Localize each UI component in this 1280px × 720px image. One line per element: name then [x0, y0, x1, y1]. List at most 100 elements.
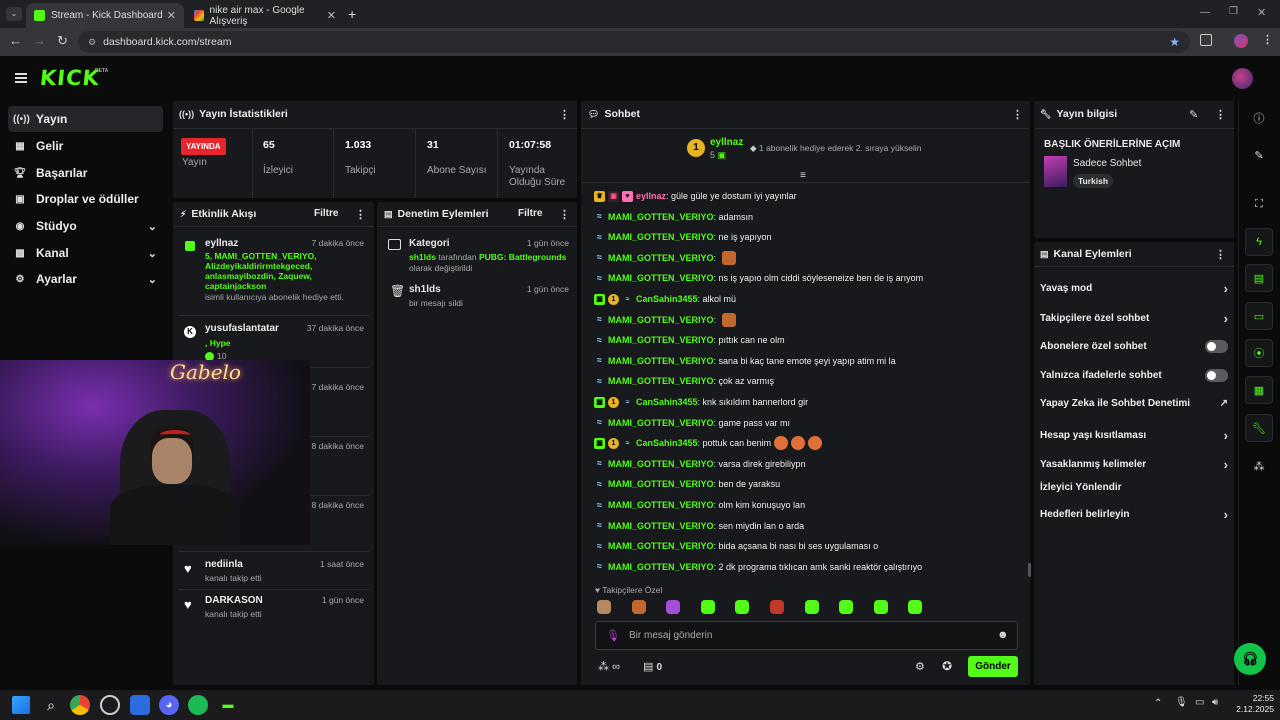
kick-app-icon[interactable]: ▬ [218, 695, 238, 715]
chrome-app-icon[interactable] [70, 695, 90, 715]
emote-icon[interactable] [839, 600, 854, 614]
channel-action-item[interactable]: Hedefleri belirleyin › [1040, 507, 1228, 522]
app-icon[interactable] [130, 695, 150, 715]
address-bar[interactable]: ⚙ dashboard.kick.com/stream ★ [78, 31, 1190, 53]
browser-tab-kick[interactable]: Stream - Kick Dashboard ✕ [26, 3, 184, 28]
lightning-icon[interactable]: ϟ [1245, 228, 1273, 256]
profile-avatar[interactable] [1234, 34, 1248, 48]
discord-icon[interactable]: ◕ [159, 695, 179, 715]
sidebar-item-yayin[interactable]: ((•)) Yayın [8, 106, 163, 132]
sidebar-item-gelir[interactable]: ▦ Gelir [8, 133, 163, 159]
community-icon[interactable]: ⁂ ∞ [598, 660, 620, 673]
extensions-icon[interactable] [1200, 34, 1212, 46]
search-icon[interactable]: ⌕ [41, 695, 61, 715]
moderation-filter-button[interactable]: Filtre [518, 208, 542, 219]
kick-logo[interactable]: KICK [39, 66, 101, 90]
emote-icon[interactable] [873, 600, 888, 614]
bookmark-star-icon[interactable]: ★ [1169, 35, 1180, 49]
chat-input[interactable]: 🎙︎ Bir mesaj gönderin ☻ [595, 621, 1018, 650]
emote-icon[interactable] [804, 600, 819, 614]
browser-menu-icon[interactable]: ⋮ [1262, 33, 1273, 46]
category-thumbnail[interactable] [1044, 156, 1067, 187]
chat-settings-gear-icon[interactable]: ⚙ [915, 660, 925, 673]
emoji-picker-icon[interactable]: ☻ [997, 629, 1009, 641]
channel-action-item[interactable]: Yalnızca ifadelerle sohbet [1040, 369, 1228, 382]
close-icon[interactable]: ✕ [167, 9, 176, 22]
chat-scrollbar[interactable] [1028, 563, 1031, 577]
chat-username[interactable]: MAMI_GOTTEN_VERIYO [608, 232, 714, 242]
chat-username[interactable]: MAMI_GOTTEN_VERIYO [608, 273, 714, 283]
emote-icon[interactable] [631, 600, 646, 614]
emote-icon[interactable] [735, 600, 750, 614]
forward-icon[interactable]: → [33, 33, 46, 48]
chat-username[interactable]: MAMI_GOTTEN_VERIYO [608, 459, 714, 469]
store-icon[interactable]: ▤ 0 [643, 660, 662, 673]
channel-actions-menu-icon[interactable]: ⋮ [1215, 248, 1226, 261]
broadcast-icon[interactable]: ⦿ [1245, 339, 1273, 367]
microphone-icon[interactable]: 🎙︎ [606, 629, 620, 642]
sidebar-item-basarilar[interactable]: 🏆︎ Başarılar [8, 160, 163, 186]
microphone-icon[interactable]: 🎙︎ [1175, 697, 1188, 708]
back-icon[interactable]: ← [9, 33, 22, 48]
layout-icon[interactable]: ▦ [1245, 376, 1273, 404]
windows-start-icon[interactable] [12, 696, 30, 714]
send-button[interactable]: Gönder [968, 656, 1018, 677]
minimize-icon[interactable]: — [1200, 7, 1210, 18]
expand-pinned-icon[interactable]: ≡ [800, 170, 806, 181]
chat-username[interactable]: MAMI_GOTTEN_VERIYO [608, 479, 714, 489]
emote-icon[interactable] [666, 600, 681, 614]
emote-icon[interactable] [770, 600, 784, 614]
chat-username[interactable]: MAMI_GOTTEN_VERIYO [608, 500, 714, 510]
emote-icon[interactable] [597, 600, 611, 614]
hamburger-menu-icon[interactable] [15, 73, 27, 83]
spotify-icon[interactable] [188, 695, 208, 715]
chat-username[interactable]: MAMI_GOTTEN_VERIYO [608, 541, 714, 551]
chat-icon[interactable]: ▭ [1245, 302, 1273, 330]
wrench-icon[interactable]: 🔧︎ [1245, 414, 1273, 442]
tray-chevron-up-icon[interactable]: ⌃ [1154, 698, 1162, 709]
activity-filter-button[interactable]: Filtre [314, 208, 338, 219]
chat-username[interactable]: MAMI_GOTTEN_VERIYO [608, 212, 714, 222]
sidebar-item-kanal[interactable]: ▩ Kanal ⌄ [8, 240, 163, 266]
channel-action-item[interactable]: Abonelere özel sohbet [1040, 340, 1228, 353]
chat-username[interactable]: CanSahin3455 [636, 397, 698, 407]
chat-username[interactable]: CanSahin3455 [636, 294, 698, 304]
user-avatar[interactable] [1232, 68, 1253, 89]
emote-icon[interactable] [908, 600, 923, 614]
chat-username[interactable]: MAMI_GOTTEN_VERIYO [608, 253, 714, 263]
category-name[interactable]: Sadece Sohbet [1073, 158, 1141, 169]
channel-action-item[interactable]: Yapay Zeka ile Sohbet Denetimi ↗ [1040, 398, 1228, 409]
app-icon[interactable] [100, 695, 120, 715]
chat-username[interactable]: MAMI_GOTTEN_VERIYO [608, 376, 714, 386]
sidebar-item-droplar[interactable]: ▣ Droplar ve ödüller [8, 186, 163, 212]
new-tab-icon[interactable]: + [348, 6, 356, 22]
emote-icon[interactable] [700, 600, 715, 614]
browser-tab-google[interactable]: nike air max - Google Alışveriş ✕ [186, 3, 344, 28]
chat-username[interactable]: eyllnaz [636, 191, 666, 201]
channel-action-item[interactable]: Yavaş mod › [1040, 281, 1228, 296]
chat-menu-icon[interactable]: ⋮ [1012, 108, 1023, 121]
chat-username[interactable]: MAMI_GOTTEN_VERIYO [608, 315, 714, 325]
emote-mod-icon[interactable]: ✪ [942, 659, 952, 673]
info-icon[interactable]: ⓘ [1245, 104, 1273, 132]
sidebar-item-studyo[interactable]: ◉ Stüdyo ⌄ [8, 213, 163, 239]
stats-menu-icon[interactable]: ⋮ [559, 108, 570, 121]
chat-username[interactable]: CanSahin3455 [636, 438, 698, 448]
clock[interactable]: 22:55 2.12.2025 [1232, 693, 1274, 715]
chat-username[interactable]: MAMI_GOTTEN_VERIYO [608, 521, 714, 531]
close-icon[interactable]: ✕ [327, 9, 336, 22]
activity-menu-icon[interactable]: ⋮ [355, 208, 366, 221]
network-icon[interactable]: ▭ [1195, 697, 1204, 708]
stream-info-menu-icon[interactable]: ⋮ [1215, 108, 1226, 121]
chat-username[interactable]: MAMI_GOTTEN_VERIYO [608, 562, 714, 572]
chat-username[interactable]: MAMI_GOTTEN_VERIYO [608, 356, 714, 366]
volume-icon[interactable]: 🔊︎ [1212, 697, 1218, 708]
channel-action-item[interactable]: Takipçilere özel sohbet › [1040, 311, 1228, 326]
restore-icon[interactable]: ❐ [1229, 6, 1238, 17]
edit-pencil-icon[interactable]: ✎ [1245, 141, 1273, 169]
reload-icon[interactable]: ↻ [57, 33, 68, 49]
toggle-switch[interactable] [1205, 340, 1228, 353]
site-info-icon[interactable]: ⚙ [88, 37, 96, 48]
tab-search-button[interactable]: ⌄ [6, 7, 22, 21]
top-gifter-name[interactable]: eyllnaz [710, 137, 743, 148]
